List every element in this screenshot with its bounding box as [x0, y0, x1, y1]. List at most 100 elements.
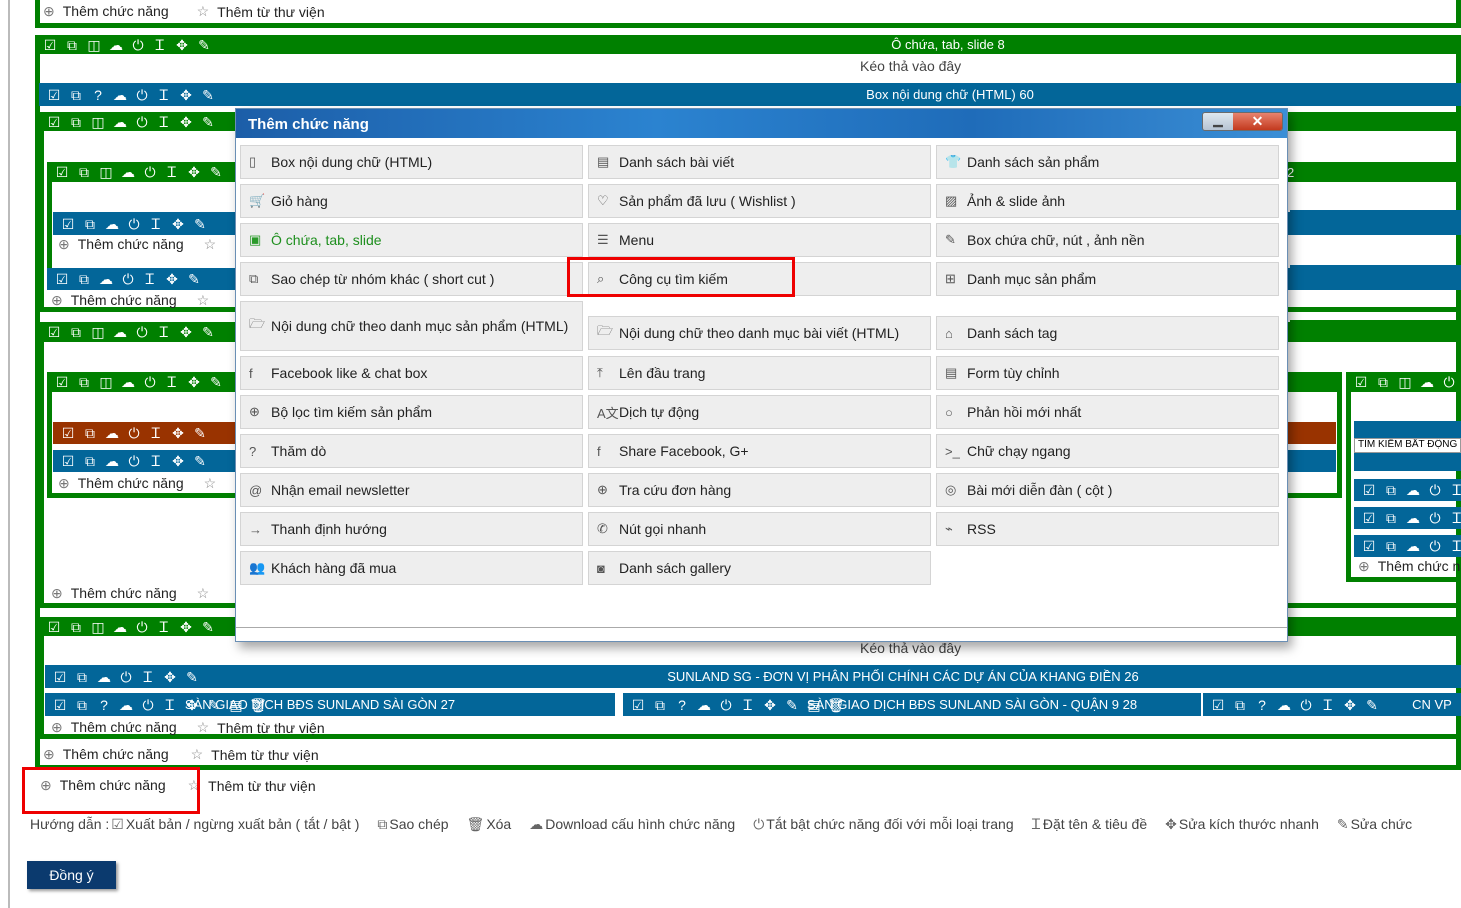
cloud-download-icon[interactable]: ☁ — [1275, 698, 1293, 712]
copy-icon[interactable]: ⧉ — [1231, 698, 1249, 712]
publish-checkbox-icon[interactable]: ☑ — [53, 165, 71, 179]
edit-icon[interactable]: ✎ — [185, 272, 203, 286]
cloud-download-icon[interactable]: ☁ — [695, 698, 713, 712]
move-icon[interactable]: ✥ — [177, 325, 195, 339]
cloud-download-icon[interactable]: ☁ — [107, 38, 125, 52]
minimize-button[interactable]: ▁ — [1203, 113, 1233, 130]
text-cursor-icon[interactable]: Ꮖ — [1448, 483, 1461, 497]
function-item[interactable]: ▣ Ô chứa, tab, slide — [240, 223, 583, 257]
cloud-download-icon[interactable]: ☁ — [119, 165, 137, 179]
function-item[interactable]: ⤒ Lên đầu trang — [588, 356, 931, 390]
text-cursor-icon[interactable]: Ꮖ — [1448, 539, 1461, 553]
publish-checkbox-icon[interactable]: ☑ — [45, 325, 63, 339]
add-from-library-link[interactable]: Thêm từ thư viện — [208, 778, 315, 794]
columns-icon[interactable]: ◫ — [97, 375, 115, 389]
columns-icon[interactable]: ◫ — [89, 115, 107, 129]
copy-icon[interactable]: ⧉ — [75, 165, 93, 179]
cloud-download-icon[interactable]: ☁ — [103, 454, 121, 468]
cloud-download-icon[interactable]: ☁ — [111, 325, 129, 339]
edit-icon[interactable]: ✎ — [191, 217, 209, 231]
copy-icon[interactable]: ⧉ — [67, 325, 85, 339]
add-function-link[interactable]: ⊕ Thêm chức năng — [43, 3, 169, 20]
move-icon[interactable]: ✥ — [1341, 698, 1359, 712]
move-icon[interactable]: ✥ — [185, 165, 203, 179]
edit-icon[interactable]: ✎ — [207, 375, 225, 389]
power-icon[interactable]: ⏻ — [125, 426, 143, 440]
function-item[interactable]: ▨ Ảnh & slide ảnh — [936, 184, 1279, 218]
move-icon[interactable]: ✥ — [185, 375, 203, 389]
submit-button[interactable]: Đồng ý — [27, 861, 116, 889]
add-function-link[interactable]: ⊕ Thêm chức năng — [58, 236, 184, 253]
edit-icon[interactable]: ✎ — [199, 88, 217, 102]
text-cursor-icon[interactable]: Ꮖ — [147, 426, 165, 440]
publish-checkbox-icon[interactable]: ☑ — [1209, 698, 1227, 712]
copy-icon[interactable]: ⧉ — [67, 88, 85, 102]
cloud-download-icon[interactable]: ☁ — [1404, 539, 1422, 553]
columns-icon[interactable]: ◫ — [89, 325, 107, 339]
power-icon[interactable]: ⏻ — [141, 165, 159, 179]
copy-icon[interactable]: ⧉ — [75, 272, 93, 286]
copy-icon[interactable]: ⧉ — [63, 38, 81, 52]
move-icon[interactable]: ✥ — [177, 88, 195, 102]
power-icon[interactable]: ⏻ — [133, 620, 151, 634]
power-icon[interactable]: ⏻ — [1297, 698, 1315, 712]
move-icon[interactable]: ✥ — [169, 217, 187, 231]
cloud-download-icon[interactable]: ☁ — [1404, 483, 1422, 497]
text-cursor-icon[interactable]: Ꮖ — [1448, 511, 1461, 525]
text-cursor-icon[interactable]: Ꮖ — [155, 115, 173, 129]
text-cursor-icon[interactable]: Ꮖ — [141, 272, 159, 286]
function-item[interactable]: ⌁ RSS — [936, 512, 1279, 546]
power-icon[interactable]: ⏻ — [117, 670, 135, 684]
function-item[interactable]: ▤ Form tùy chỉnh — [936, 356, 1279, 390]
help-icon[interactable]: ? — [89, 88, 107, 102]
copy-icon[interactable]: ⧉ — [1382, 539, 1400, 553]
edit-icon[interactable]: ✎ — [1363, 698, 1381, 712]
edit-icon[interactable]: ✎ — [191, 426, 209, 440]
copy-icon[interactable]: ⧉ — [1382, 483, 1400, 497]
function-item[interactable]: f Share Facebook, G+ — [588, 434, 931, 468]
function-item[interactable]: ♡ Sản phẩm đã lưu ( Wishlist ) — [588, 184, 931, 218]
edit-icon[interactable]: ✎ — [199, 325, 217, 339]
text-cursor-icon[interactable]: Ꮖ — [155, 620, 173, 634]
cloud-download-icon[interactable]: ☁ — [103, 426, 121, 440]
cloud-download-icon[interactable]: ☁ — [103, 217, 121, 231]
move-icon[interactable]: ✥ — [163, 272, 181, 286]
function-item[interactable]: A文 Dịch tự động — [588, 395, 931, 429]
text-cursor-icon[interactable]: Ꮖ — [151, 38, 169, 52]
help-icon[interactable]: ? — [673, 698, 691, 712]
add-function-link[interactable]: ⊕ Thêm chức năng — [51, 719, 177, 736]
function-item[interactable]: ○ Phản hồi mới nhất — [936, 395, 1279, 429]
search-title-input[interactable]: TÌM KIẾM BẤT ĐỘNG — [1354, 438, 1461, 453]
edit-icon[interactable]: ✎ — [195, 38, 213, 52]
publish-checkbox-icon[interactable]: ☑ — [1360, 483, 1378, 497]
move-icon[interactable]: ✥ — [161, 670, 179, 684]
close-button[interactable]: ✕ — [1233, 113, 1282, 130]
add-from-library-link[interactable]: Thêm từ thư viện — [211, 747, 318, 763]
star-icon[interactable]: ☆ — [204, 475, 217, 492]
copy-icon[interactable]: ⧉ — [81, 454, 99, 468]
copy-icon[interactable]: ⧉ — [75, 375, 93, 389]
add-function-link[interactable]: ⊕ Thêm chức năng — [1358, 558, 1461, 575]
publish-checkbox-icon[interactable]: ☑ — [45, 620, 63, 634]
function-item[interactable]: ◙ Danh sách gallery — [588, 551, 931, 585]
cloud-download-icon[interactable]: ☁ — [111, 88, 129, 102]
help-icon[interactable]: ? — [1253, 698, 1271, 712]
add-function-link[interactable]: ⊕ Thêm chức năng — [58, 475, 184, 492]
edit-icon[interactable]: ✎ — [207, 165, 225, 179]
star-icon[interactable]: ☆ — [191, 746, 204, 763]
power-icon[interactable]: ⏻ — [129, 38, 147, 52]
cloud-download-icon[interactable]: ☁ — [111, 115, 129, 129]
move-icon[interactable]: ✥ — [173, 38, 191, 52]
function-item[interactable]: 👥 Khách hàng đã mua — [240, 551, 583, 585]
function-item[interactable]: ◎ Bài mới diễn đàn ( cột ) — [936, 473, 1279, 507]
move-icon[interactable]: ✥ — [177, 620, 195, 634]
publish-checkbox-icon[interactable]: ☑ — [59, 217, 77, 231]
add-function-link[interactable]: ⊕ Thêm chức năng — [51, 585, 177, 602]
power-icon[interactable]: ⏻ — [133, 115, 151, 129]
publish-checkbox-icon[interactable]: ☑ — [53, 272, 71, 286]
power-icon[interactable]: ⏻ — [119, 272, 137, 286]
function-item[interactable]: f Facebook like & chat box — [240, 356, 583, 390]
function-item[interactable]: 🗁 Nội dung chữ theo danh mục sản phẩm (HT… — [240, 301, 583, 351]
copy-icon[interactable]: ⧉ — [81, 426, 99, 440]
power-icon[interactable]: ⏻ — [133, 325, 151, 339]
